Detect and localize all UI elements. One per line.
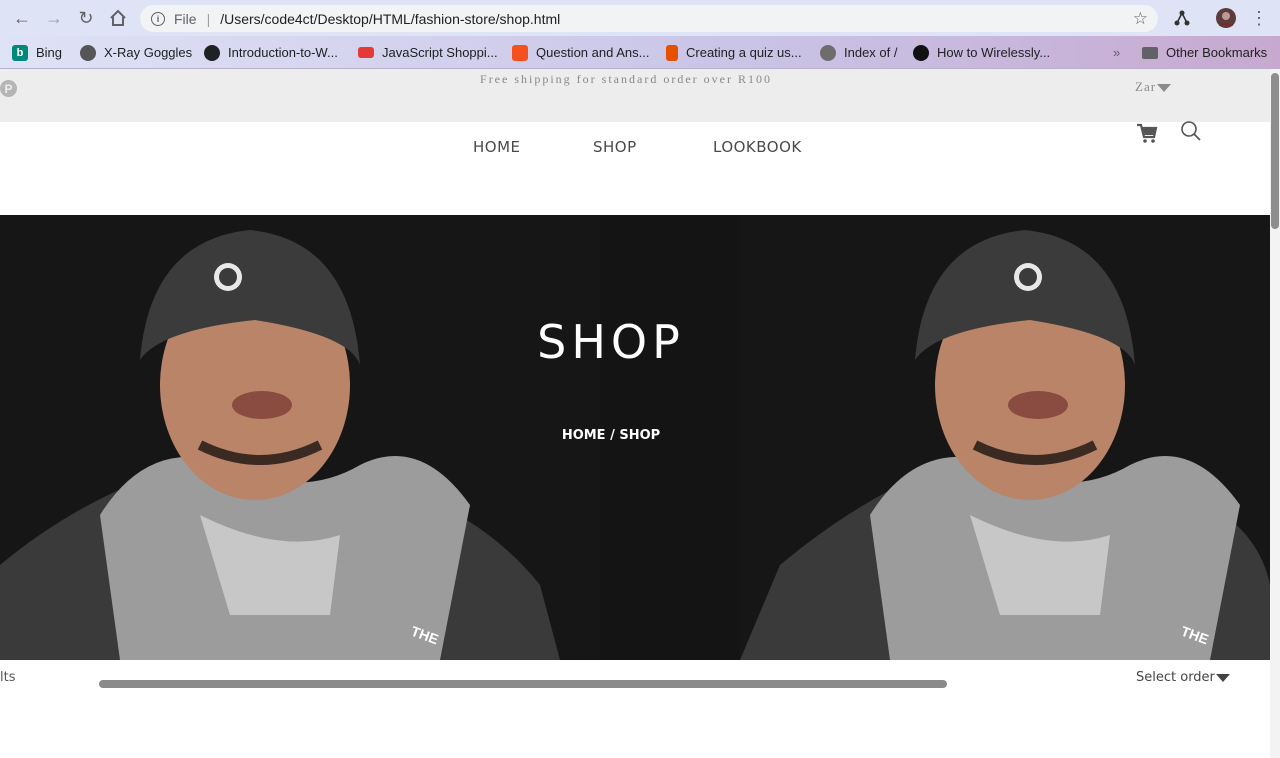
server-icon [820, 44, 836, 61]
bing-icon: b [12, 44, 28, 61]
bookmark-label: Bing [36, 45, 63, 60]
currency-select[interactable]: Zar [1135, 79, 1172, 95]
reload-icon[interactable]: ↻ [76, 8, 96, 28]
page-title: SHOP [537, 315, 685, 369]
bookmarks-overflow-icon[interactable]: » [1113, 36, 1120, 69]
search-icon[interactable] [1180, 120, 1202, 147]
menu-kebab-icon[interactable]: ⋮ [1249, 8, 1269, 28]
globe-icon [80, 44, 96, 61]
bookmark-label: Creating a quiz us... [686, 45, 802, 60]
bookmark-bing[interactable]: b Bing [12, 36, 62, 69]
bookmark-creating-quiz[interactable]: Creating a quiz us... [666, 36, 802, 69]
hero-banner: THE THE SHOP HOME / SHOP [0, 215, 1270, 660]
bookmark-how-to-wirelessly[interactable]: How to Wirelessly... [913, 36, 1050, 69]
bookmark-introduction[interactable]: Introduction-to-W... [204, 36, 338, 69]
url-scheme: File [174, 10, 197, 27]
bookmark-label: Question and Ans... [536, 45, 650, 60]
home-icon[interactable] [108, 8, 128, 28]
bookmark-question-answer[interactable]: Question and Ans... [512, 36, 649, 69]
bookmark-label: Introduction-to-W... [228, 45, 338, 60]
folder-icon [1142, 46, 1158, 59]
bookmark-label: How to Wirelessly... [937, 45, 1051, 60]
stackoverflow-icon [666, 44, 678, 61]
cart-icon[interactable] [1136, 122, 1158, 149]
url-text[interactable]: /Users/code4ct/Desktop/HTML/fashion-stor… [220, 11, 560, 27]
extension-icon[interactable] [1172, 8, 1192, 28]
bookmark-label: JavaScript Shoppi... [382, 45, 498, 60]
breadcrumb[interactable]: HOME / SHOP [0, 428, 1222, 443]
shipping-notice: Free shipping for standard order over R1… [480, 72, 772, 86]
page-content: P Free shipping for standard order over … [0, 69, 1270, 758]
site-icon [913, 44, 929, 61]
main-nav: HOME SHOP LOOKBOOK [0, 120, 1270, 215]
other-bookmarks[interactable]: Other Bookmarks [1142, 36, 1267, 69]
address-bar[interactable]: i File | /Users/code4ct/Desktop/HTML/fas… [140, 5, 1158, 32]
browser-toolbar: ← → ↻ i File | /Users/code4ct/Desktop/HT… [0, 0, 1280, 36]
url-divider: | [206, 10, 211, 27]
sort-order-select[interactable]: Select order [1136, 670, 1230, 685]
profile-avatar[interactable] [1216, 8, 1236, 28]
forward-icon[interactable]: → [44, 8, 64, 28]
github-icon [204, 44, 220, 61]
chevron-down-icon [1215, 673, 1230, 682]
currency-label: Zar [1135, 79, 1157, 94]
bookmark-label: Index of / [844, 45, 898, 60]
bookmark-javascript-shopping[interactable]: JavaScript Shoppi... [358, 36, 498, 69]
other-bookmarks-label: Other Bookmarks [1166, 45, 1268, 60]
bookmark-label: X-Ray Goggles [104, 45, 193, 60]
nav-home-link[interactable]: HOME [473, 138, 521, 156]
sort-order-label: Select order [1136, 670, 1215, 685]
top-bar: P Free shipping for standard order over … [0, 69, 1270, 122]
gk-icon [512, 44, 528, 61]
bookmark-index-of[interactable]: Index of / [820, 36, 897, 69]
info-icon[interactable]: i [151, 11, 165, 26]
nav-shop-link[interactable]: SHOP [593, 138, 637, 156]
nav-lookbook-link[interactable]: LOOKBOOK [713, 138, 802, 156]
back-icon[interactable]: ← [12, 8, 32, 28]
bookmarks-bar: b Bing X-Ray Goggles Introduction-to-W..… [0, 36, 1280, 69]
results-count: lts [0, 670, 16, 685]
youtube-icon [358, 47, 374, 58]
bookmark-star-icon[interactable]: ☆ [1133, 9, 1148, 29]
horizontal-scrollbar[interactable] [99, 680, 947, 688]
chevron-down-icon [1157, 84, 1172, 93]
bookmark-xray-goggles[interactable]: X-Ray Goggles [80, 36, 192, 69]
vertical-scrollbar-thumb[interactable] [1271, 73, 1279, 229]
